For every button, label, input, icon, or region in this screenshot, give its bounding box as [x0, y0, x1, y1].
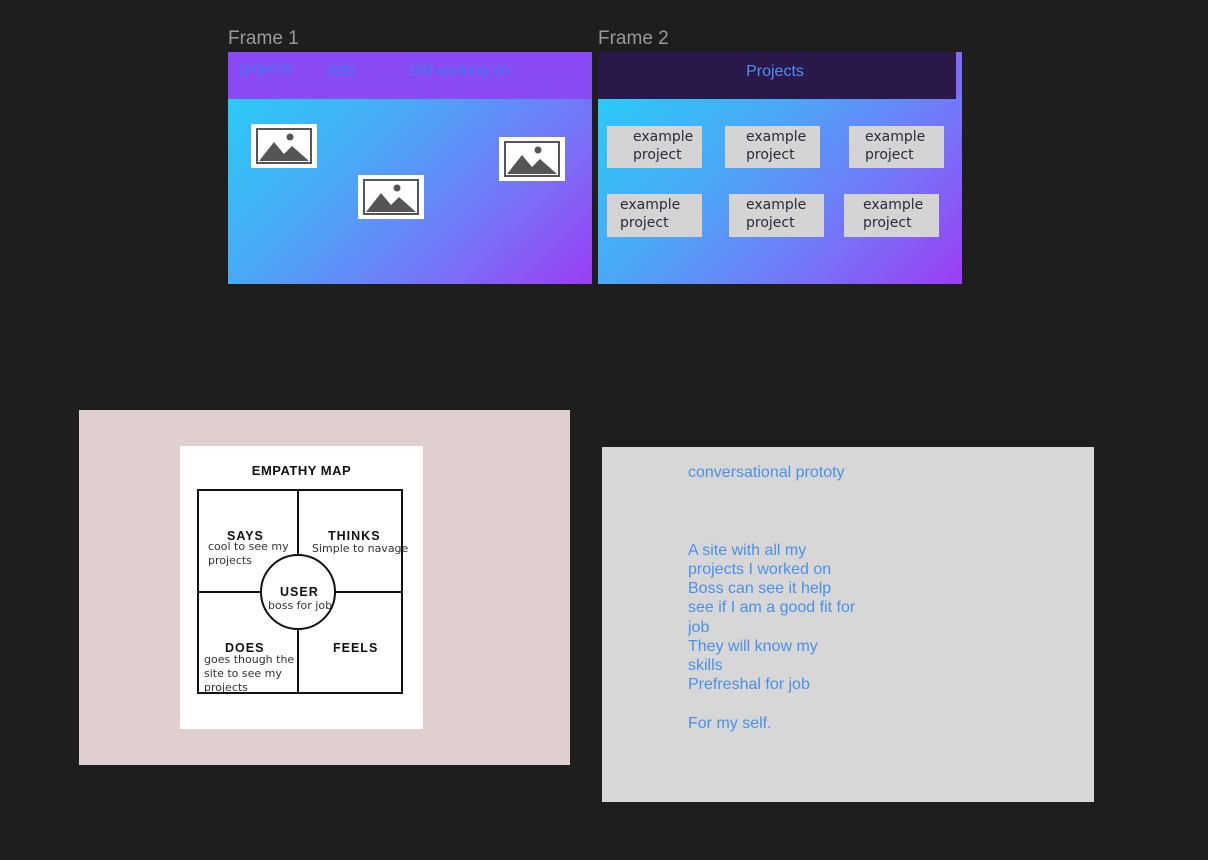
frame-2[interactable]: Projects example project example project…: [598, 52, 962, 284]
card-line: project: [863, 215, 912, 231]
navbar-edge: [956, 52, 962, 99]
frame-2-label[interactable]: Frame 2: [598, 28, 669, 50]
card-line: example: [746, 197, 807, 213]
says-note: cool to see my: [208, 540, 289, 553]
nav-link-skills[interactable]: skills: [327, 61, 355, 76]
frame-1-label[interactable]: Frame 1: [228, 28, 299, 50]
notes-line: They will know my: [688, 638, 818, 655]
frame-2-navbar: Projects: [598, 52, 956, 99]
does-note: projects: [204, 681, 248, 694]
does-note: site to see my: [204, 667, 282, 680]
notes-line: projects I worked on: [688, 561, 832, 578]
card-line: example: [746, 129, 807, 145]
example-project-card[interactable]: example project: [844, 194, 939, 237]
nav-link-projects[interactable]: projects: [240, 60, 293, 77]
notes-line: A site with all my: [688, 542, 807, 559]
image-placeholder-icon[interactable]: [358, 175, 424, 219]
example-project-card[interactable]: example project: [729, 194, 824, 237]
notes-panel[interactable]: conversational prototy A site with all m…: [602, 447, 1094, 802]
card-line: example: [633, 129, 694, 145]
notes-heading[interactable]: conversational prototy: [688, 464, 845, 482]
notes-line: see if I am a good fit for: [688, 599, 856, 616]
image-placeholder-icon[interactable]: [499, 137, 565, 181]
does-note: goes though the: [204, 653, 295, 666]
notes-line: skills: [688, 657, 723, 674]
feels-label: FEELS: [333, 641, 379, 655]
notes-line: Boss can see it help: [688, 580, 832, 597]
frame-1[interactable]: projects skills Still working on: [228, 52, 592, 284]
thinks-note: Simple to navage: [312, 542, 409, 555]
card-line: project: [746, 147, 795, 163]
card-line: example: [865, 129, 926, 145]
notes-line: job: [688, 619, 710, 636]
says-note: projects: [208, 554, 252, 567]
card-line: project: [620, 215, 669, 231]
card-line: example: [863, 197, 924, 213]
card-line: project: [746, 215, 795, 231]
thinks-label: THINKS: [328, 529, 381, 543]
frame-1-navbar: projects skills Still working on: [228, 52, 592, 99]
empathy-map-card[interactable]: EMPATHY MAP SAYS cool to see my projects…: [180, 446, 423, 729]
empathy-map-panel[interactable]: EMPATHY MAP SAYS cool to see my projects…: [79, 410, 570, 765]
notes-line: For my self.: [688, 715, 772, 732]
example-project-card[interactable]: example project: [607, 194, 702, 237]
nav-link-still-working-on[interactable]: Still working on: [409, 62, 510, 79]
card-line: example: [620, 197, 681, 213]
notes-line: Prefreshal for job: [688, 676, 810, 693]
user-label: USER: [280, 585, 319, 599]
card-line: project: [865, 147, 914, 163]
projects-title[interactable]: Projects: [598, 63, 956, 81]
image-placeholder-icon[interactable]: [251, 124, 317, 168]
example-project-card[interactable]: example project: [725, 126, 820, 168]
example-project-card[interactable]: example project: [849, 126, 944, 168]
example-project-card[interactable]: example project: [607, 126, 702, 168]
card-line: project: [633, 147, 682, 163]
user-note: boss for job: [268, 599, 333, 612]
